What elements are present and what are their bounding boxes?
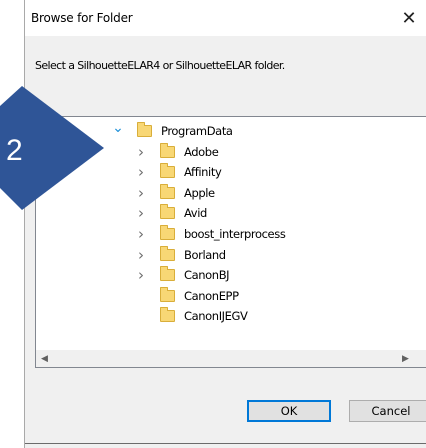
scroll-right-arrow-icon[interactable]: ▶	[397, 350, 414, 367]
callout-number: 2	[6, 134, 23, 167]
folder-icon	[160, 245, 175, 261]
tree-item[interactable]: › Adobe	[135, 142, 219, 162]
step-callout: 2	[0, 86, 104, 210]
tree-item[interactable]: CanonIJEGV	[135, 306, 248, 326]
folder-icon	[160, 163, 175, 179]
folder-icon	[160, 225, 175, 240]
tree-item[interactable]: › Affinity	[135, 162, 222, 182]
close-icon: ✕	[401, 7, 417, 29]
tree-item-label: Apple	[184, 185, 215, 200]
close-button[interactable]: ✕	[391, 0, 426, 36]
tree-item-label: CanonIJEGV	[184, 309, 248, 324]
tree-item[interactable]: › boost_interprocess	[135, 224, 286, 244]
cancel-button[interactable]: Cancel	[349, 400, 426, 422]
ok-button[interactable]: OK	[247, 400, 331, 422]
folder-icon	[160, 142, 175, 158]
tree-item-label: Borland	[184, 247, 226, 262]
tree-item[interactable]: › Avid	[135, 203, 207, 223]
tree-item[interactable]: › Borland	[135, 245, 226, 265]
tree-item[interactable]: CanonEPP	[135, 286, 239, 306]
tree-item-label: Avid	[184, 206, 207, 221]
folder-icon	[160, 183, 175, 199]
folder-icon	[160, 204, 175, 220]
tree-item[interactable]: › Apple	[135, 183, 215, 203]
tree-item-label: Affinity	[184, 165, 222, 180]
tree-item-label: CanonBJ	[184, 268, 230, 283]
tree-item-label: Adobe	[184, 144, 219, 159]
tree-item-label: CanonEPP	[184, 288, 239, 303]
tree-item-label: ProgramData	[161, 124, 233, 138]
tree-item-label: boost_interprocess	[184, 227, 286, 241]
tree-item[interactable]: › CanonBJ	[135, 265, 230, 285]
folder-icon	[160, 307, 175, 323]
folder-icon	[160, 266, 175, 282]
folder-icon	[160, 286, 175, 302]
